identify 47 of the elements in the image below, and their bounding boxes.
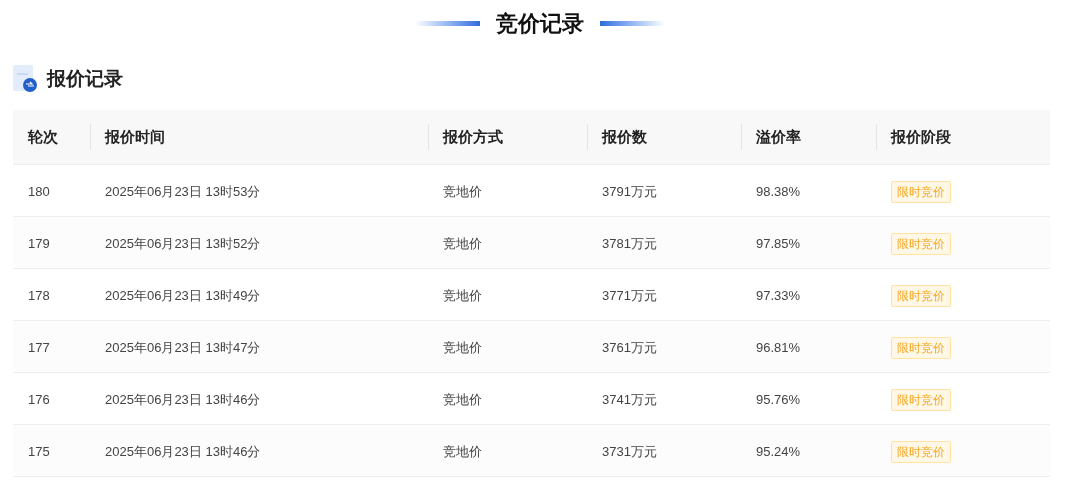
- table-cell: 3791万元: [602, 183, 657, 199]
- table-cell: 180: [28, 183, 50, 199]
- table-cell: 177: [28, 339, 50, 355]
- table-cell: 176: [28, 391, 50, 407]
- stage-tag: 限时竞价: [891, 388, 951, 411]
- table-cell: 3731万元: [602, 443, 657, 459]
- table-cell: 95.24%: [756, 443, 801, 459]
- stage-tag: 限时竞价: [891, 180, 951, 203]
- table-cell: 96.81%: [756, 339, 801, 355]
- column-header: 轮次: [26, 126, 58, 147]
- section-title: 报价记录: [47, 66, 123, 91]
- title-decoration: [600, 20, 665, 26]
- table-cell: 2025年06月23日 13时52分: [105, 235, 261, 251]
- stage-tag: 限时竞价: [891, 336, 951, 359]
- stage-tag: 限时竞价: [891, 440, 951, 463]
- column-header: 报价数: [600, 126, 647, 147]
- table-cell: 竞地价: [443, 339, 482, 355]
- column-header: 报价方式: [441, 126, 503, 147]
- stage-tag: 限时竞价: [891, 284, 951, 307]
- table-cell: 3741万元: [602, 391, 657, 407]
- table-cell: 竞地价: [443, 391, 482, 407]
- title-decoration: [415, 20, 480, 26]
- table-cell: 2025年06月23日 13时49分: [105, 287, 261, 303]
- table-cell: 179: [28, 235, 50, 251]
- table-cell: 175: [28, 443, 50, 459]
- stage-tag: 限时竞价: [891, 232, 951, 255]
- table-cell: 2025年06月23日 13时46分: [105, 391, 261, 407]
- table-cell: 竞地价: [443, 235, 482, 251]
- table-cell: 3781万元: [602, 235, 657, 251]
- table-cell: 3771万元: [602, 287, 657, 303]
- page-title: 竞价记录: [496, 9, 584, 38]
- table-cell: 97.33%: [756, 287, 801, 303]
- column-header: 溢价率: [755, 126, 801, 147]
- table-cell: 2025年06月23日 13时53分: [105, 183, 261, 199]
- table-cell: 2025年06月23日 13时46分: [105, 443, 261, 459]
- table-cell: 98.38%: [756, 183, 801, 199]
- table-cell: 竞地价: [443, 287, 482, 303]
- column-header: 报价阶段: [889, 126, 951, 147]
- table-cell: 2025年06月23日 13时47分: [105, 339, 261, 355]
- table-cell: 95.76%: [756, 391, 801, 407]
- document-icon: [13, 65, 39, 93]
- table-cell: 97.85%: [756, 235, 801, 251]
- table-cell: 竞地价: [443, 183, 482, 199]
- table-cell: 竞地价: [443, 443, 482, 459]
- column-header: 报价时间: [103, 126, 165, 147]
- table-cell: 178: [28, 287, 50, 303]
- table-cell: 3761万元: [602, 339, 657, 355]
